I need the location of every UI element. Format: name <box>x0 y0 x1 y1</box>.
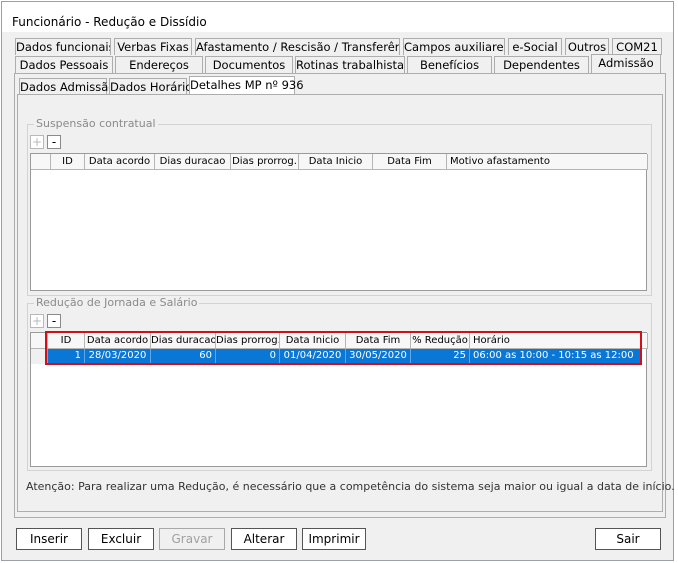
tab-afastamento[interactable]: Afastamento / Rescisão / Transferência <box>195 38 400 55</box>
tab-dados-pessoais[interactable]: Dados Pessoais <box>15 56 113 73</box>
suspensao-col-data-inicio[interactable]: Data Inicio <box>299 154 373 170</box>
tab-enderecos[interactable]: Endereços <box>115 56 203 73</box>
reducao-col-dias-prorrog[interactable]: Dias prorrog. <box>216 333 280 349</box>
subtab-dados-admissao[interactable]: Dados Admissão <box>19 78 115 95</box>
group-suspensao-contratual: Suspensão contratual + - ID Data acordo … <box>27 117 652 296</box>
suspensao-col-indicator <box>31 154 51 170</box>
group-reducao-title: Redução de Jornada e Salário <box>34 296 200 309</box>
tab-campos-auxiliares[interactable]: Campos auxiliares <box>403 38 505 55</box>
suspensao-grid-header: ID Data acordo Dias duracao Dias prorrog… <box>31 154 648 170</box>
subtab-dados-horario[interactable]: Dados Horário <box>109 78 192 95</box>
reducao-col-data-acordo[interactable]: Data acordo <box>85 333 151 349</box>
cell-data-acordo[interactable]: 28/03/2020 <box>85 349 151 364</box>
cell-dias-prorrog[interactable]: 0 <box>216 349 280 364</box>
cell-dias-duracao[interactable]: 60 <box>151 349 216 364</box>
window-title: Funcionário - Redução e Dissídio <box>12 15 207 29</box>
reducao-col-reducao[interactable]: % Redução <box>411 333 470 349</box>
tab-panel-admissao: Dados Admissão Dados Horário Detalhes MP… <box>14 73 666 518</box>
imprimir-button[interactable]: Imprimir <box>302 528 366 550</box>
tab-row-1: Dados funcionais Verbas Fixas Afastament… <box>2 38 675 56</box>
subtab-panel-mp-936: Suspensão contratual + - ID Data acordo … <box>17 94 663 512</box>
cell-horario[interactable]: 06:00 as 10:00 - 10:15 as 12:00 <box>470 349 642 364</box>
excluir-button[interactable]: Excluir <box>88 528 154 550</box>
group-suspensao-title: Suspensão contratual <box>34 117 158 130</box>
reducao-col-indicator <box>31 333 48 349</box>
tab-verbas-fixas[interactable]: Verbas Fixas <box>114 38 192 55</box>
reducao-grid-header: ID Data acordo Dias duracao Dias prorrog… <box>31 333 648 349</box>
reducao-add-button[interactable]: + <box>30 314 44 328</box>
inserir-button[interactable]: Inserir <box>16 528 82 550</box>
main-window: Funcionário - Redução e Dissídio Dados f… <box>1 1 675 561</box>
cell-data-fim[interactable]: 30/05/2020 <box>346 349 411 364</box>
cell-id[interactable]: 1 <box>48 349 85 364</box>
gravar-button[interactable]: Gravar <box>159 528 225 550</box>
notice-text: Atenção: Para realizar uma Redução, é ne… <box>26 480 675 493</box>
suspensao-col-data-fim[interactable]: Data Fim <box>373 154 447 170</box>
reducao-col-data-inicio[interactable]: Data Inicio <box>280 333 346 349</box>
alterar-button[interactable]: Alterar <box>231 528 297 550</box>
tab-com21[interactable]: COM21 <box>612 38 662 55</box>
tab-dependentes[interactable]: Dependentes <box>494 56 589 73</box>
cell-data-inicio[interactable]: 01/04/2020 <box>280 349 346 364</box>
sair-button[interactable]: Sair <box>595 528 661 550</box>
reducao-grid[interactable]: ID Data acordo Dias duracao Dias prorrog… <box>30 332 648 467</box>
tab-rotinas-trabalhistas[interactable]: Rotinas trabalhistas <box>295 56 405 73</box>
tab-documentos[interactable]: Documentos <box>205 56 293 73</box>
tab-admissao[interactable]: Admissão <box>591 54 661 73</box>
suspensao-add-button[interactable]: + <box>30 135 44 149</box>
suspensao-col-dias-duracao[interactable]: Dias duracao <box>155 154 231 170</box>
cell-reducao[interactable]: 25 <box>411 349 470 364</box>
row-indicator <box>31 349 48 364</box>
tab-outros[interactable]: Outros <box>565 38 609 55</box>
suspensao-col-dias-prorrog[interactable]: Dias prorrog. <box>231 154 299 170</box>
tab-row-2: Dados Pessoais Endereços Documentos Roti… <box>2 54 675 74</box>
reducao-col-data-fim[interactable]: Data Fim <box>346 333 411 349</box>
tab-esocial[interactable]: e-Social <box>508 38 562 55</box>
title-bar: Funcionário - Redução e Dissídio <box>2 2 673 32</box>
suspensao-col-id[interactable]: ID <box>51 154 85 170</box>
suspensao-col-data-acordo[interactable]: Data acordo <box>85 154 155 170</box>
suspensao-grid[interactable]: ID Data acordo Dias duracao Dias prorrog… <box>30 153 648 291</box>
reducao-col-horario[interactable]: Horário <box>470 333 648 349</box>
tab-beneficios[interactable]: Benefícios <box>407 56 492 73</box>
table-row[interactable]: 1 28/03/2020 60 0 01/04/2020 30/05/2020 … <box>31 349 646 364</box>
suspensao-col-motivo[interactable]: Motivo afastamento <box>447 154 648 170</box>
reducao-remove-button[interactable]: - <box>47 314 61 328</box>
reducao-col-dias-duracao[interactable]: Dias duracao <box>151 333 216 349</box>
group-reducao-jornada: Redução de Jornada e Salário + - ID Data… <box>27 296 652 471</box>
subtab-detalhes-mp-936[interactable]: Detalhes MP nº 936 <box>189 76 304 95</box>
suspensao-remove-button[interactable]: - <box>47 135 61 149</box>
reducao-col-id[interactable]: ID <box>48 333 85 349</box>
tab-dados-funcionais[interactable]: Dados funcionais <box>15 38 111 55</box>
